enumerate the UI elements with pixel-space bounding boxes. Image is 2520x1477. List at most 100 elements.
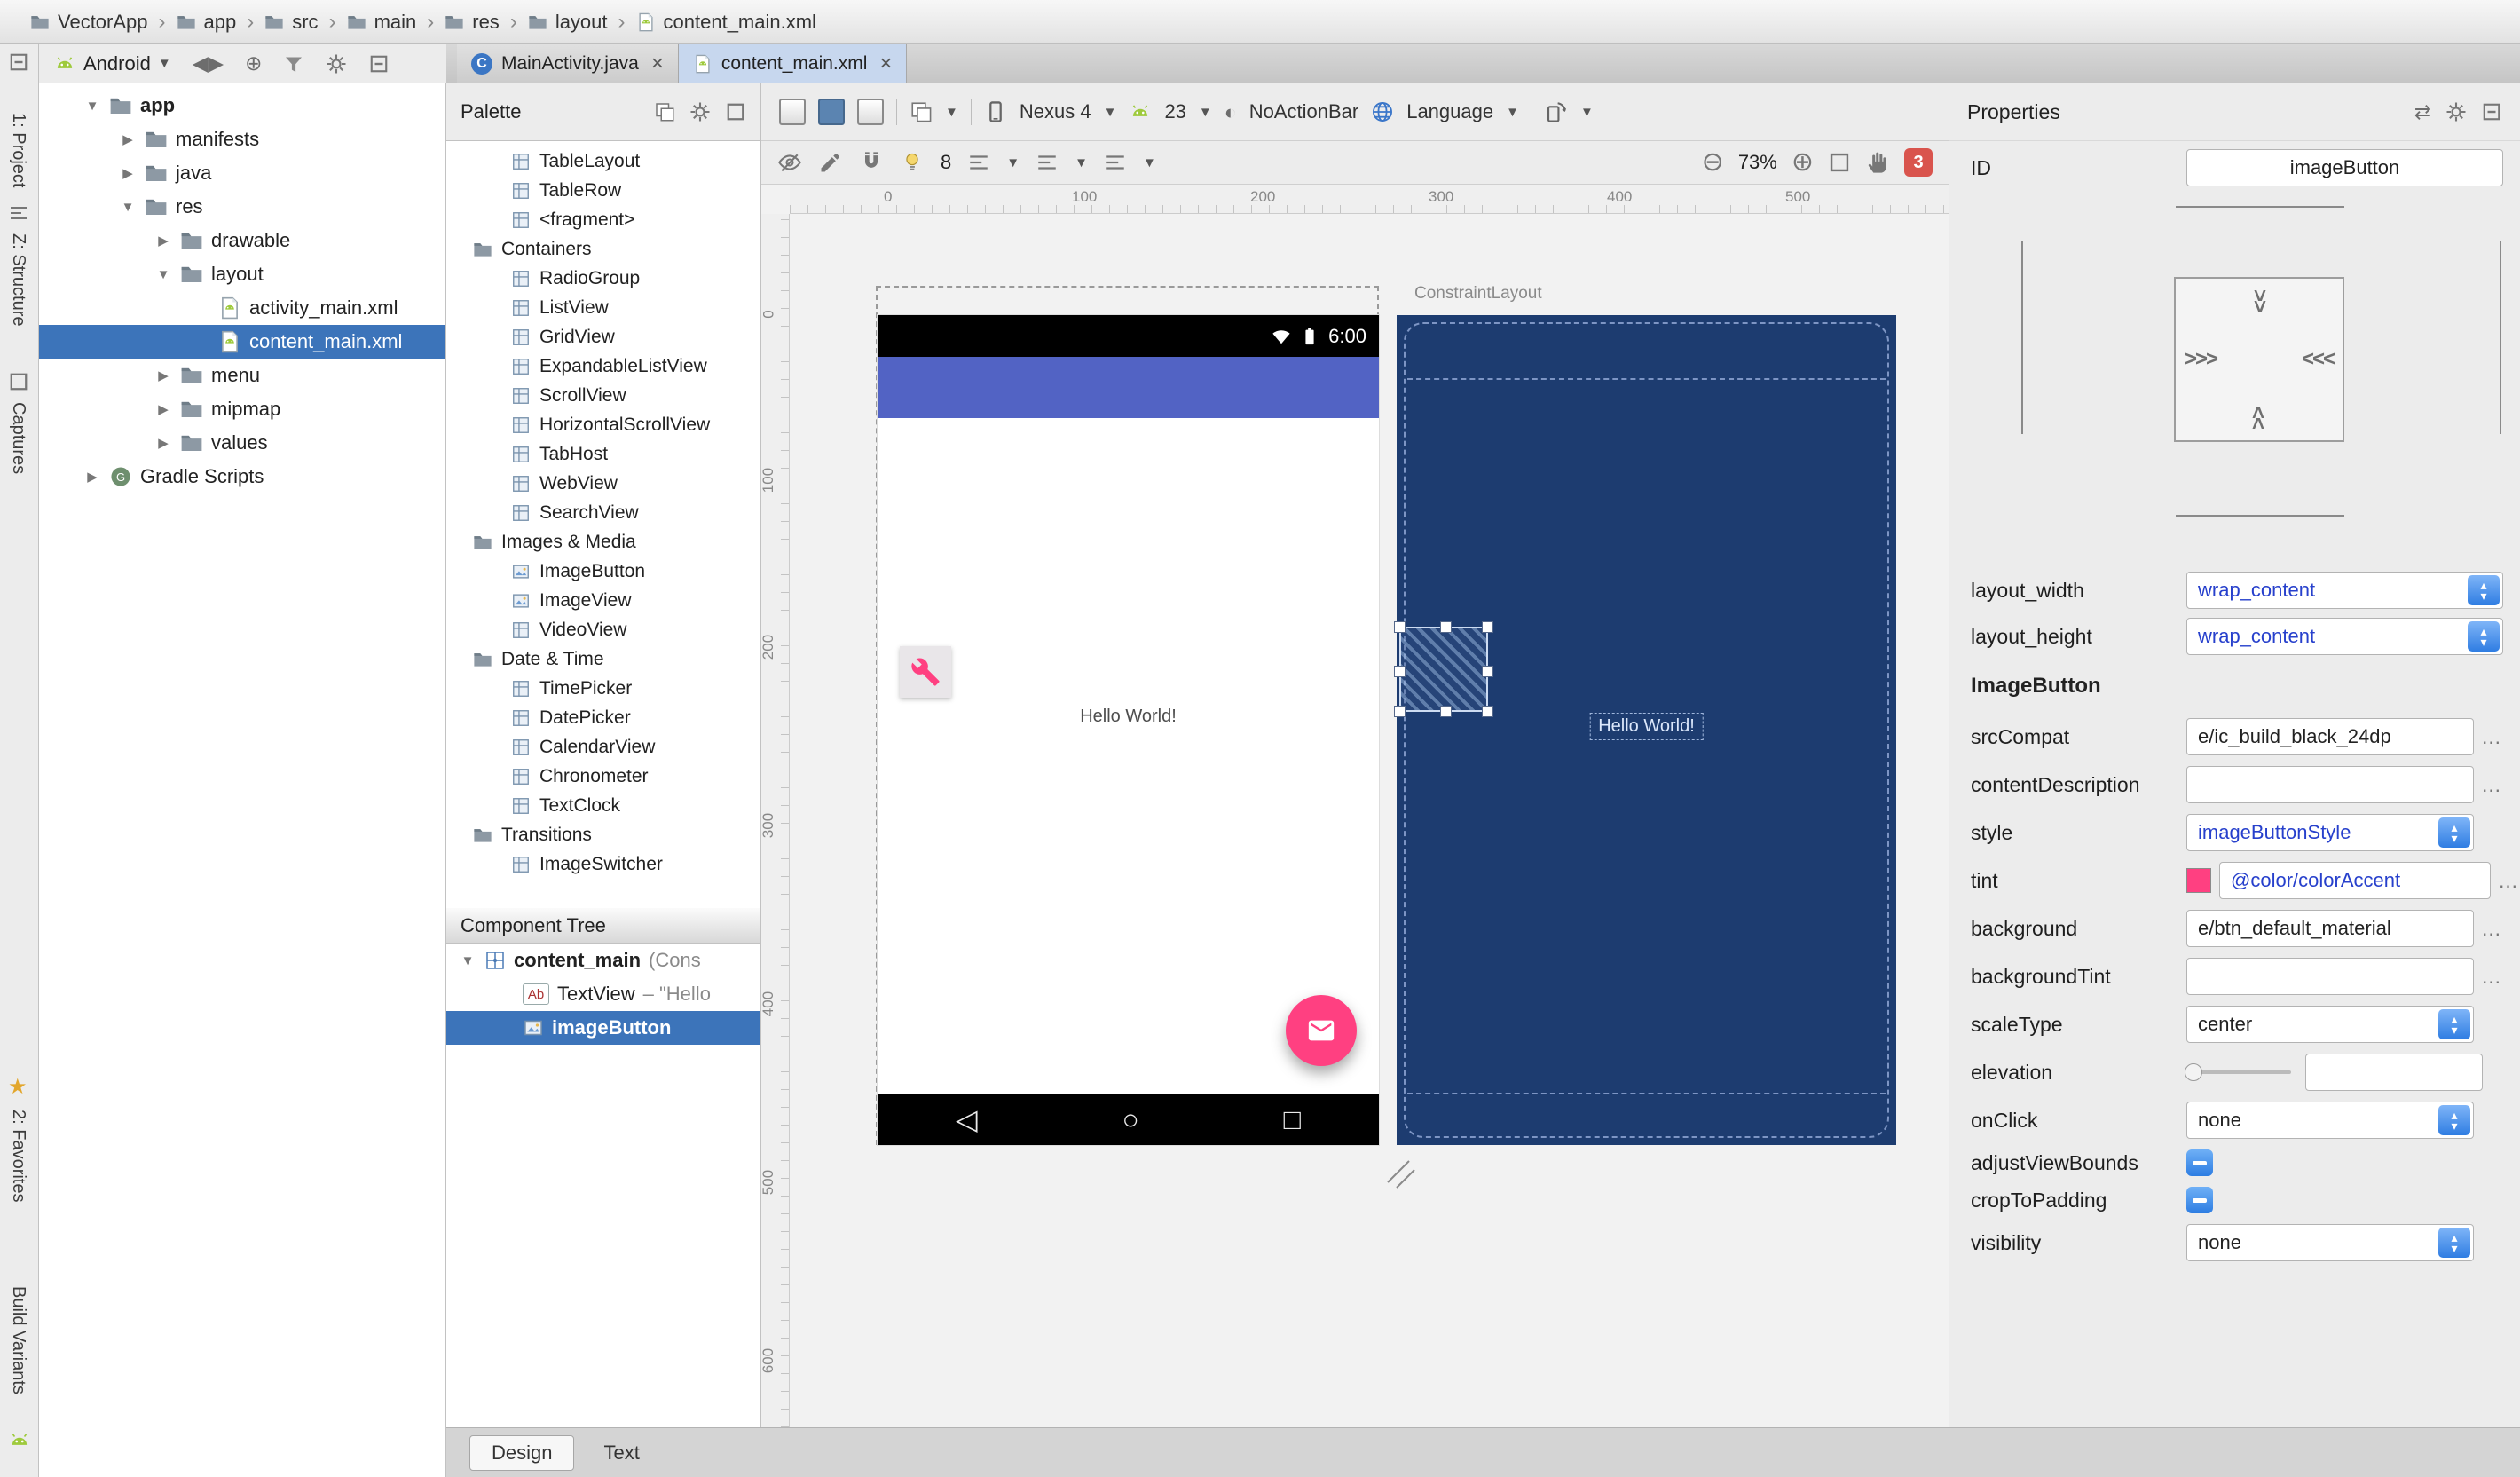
zoom-to-fit-icon[interactable]	[1828, 151, 1851, 174]
palette-item[interactable]: Chronometer	[446, 762, 760, 791]
tab-text[interactable]: Text	[581, 1435, 661, 1471]
component-tree-item-imagebutton[interactable]: imageButton	[446, 1011, 760, 1045]
autoconnect-icon[interactable]	[818, 150, 843, 175]
browse-icon[interactable]: …	[2481, 725, 2503, 749]
close-icon[interactable]: ×	[651, 51, 664, 76]
magnet-icon[interactable]	[859, 150, 884, 175]
palette-item[interactable]: ListView	[446, 293, 760, 322]
palette-item[interactable]: WebView	[446, 469, 760, 498]
fab-button[interactable]	[1286, 995, 1357, 1066]
chevron-right-icon[interactable]: ▶	[154, 367, 172, 383]
breadcrumb-item[interactable]: res	[441, 11, 503, 34]
locale-selector[interactable]: Language	[1406, 100, 1493, 123]
resize-handle[interactable]	[1394, 621, 1406, 633]
palette-item[interactable]: ImageView	[446, 586, 760, 615]
navigate-back-forward-icon[interactable]: ◀▶	[193, 53, 224, 74]
resize-grip-icon[interactable]	[1382, 1156, 1421, 1195]
nav-back-icon[interactable]: ◁	[956, 1102, 978, 1136]
scroll-to-source-icon[interactable]: ⊕	[245, 53, 262, 74]
split-view-icon[interactable]	[725, 101, 746, 122]
palette-item[interactable]: ExpandableListView	[446, 351, 760, 381]
elevation-slider[interactable]	[2185, 1063, 2291, 1081]
tree-item-res[interactable]: ▼ res	[39, 190, 445, 224]
contentdescription-field[interactable]	[2186, 766, 2474, 803]
chevron-right-icon[interactable]: ▶	[154, 435, 172, 451]
close-icon[interactable]: ×	[879, 51, 892, 76]
visibility-select[interactable]: none ▴ ▾	[2186, 1224, 2474, 1261]
tree-item-app[interactable]: ▼ app	[39, 89, 445, 122]
both-views-toggle-icon[interactable]	[818, 99, 845, 125]
palette-item[interactable]: SearchView	[446, 498, 760, 527]
tree-item-java[interactable]: ▶ java	[39, 156, 445, 190]
infer-constraints-icon[interactable]	[900, 150, 925, 175]
gear-icon[interactable]	[2445, 101, 2467, 122]
structure-icon[interactable]	[8, 202, 29, 224]
croptopadding-checkbox[interactable]	[2186, 1187, 2213, 1213]
chevron-right-icon[interactable]: ▶	[154, 401, 172, 417]
component-tree-item-textview[interactable]: Ab TextView – "Hello	[446, 977, 760, 1011]
captures-icon[interactable]	[8, 371, 29, 392]
align-icon[interactable]	[1036, 151, 1059, 174]
palette-item[interactable]: TableRow	[446, 176, 760, 205]
palette-item[interactable]: TextClock	[446, 791, 760, 820]
show-constraints-icon[interactable]	[777, 150, 802, 175]
dock-icon[interactable]	[2481, 101, 2502, 122]
design-preview[interactable]: 6:00 Hello World! ◁ ○ □	[878, 315, 1379, 1145]
breadcrumb-item[interactable]: app	[173, 11, 240, 34]
background-field[interactable]: e/btn_default_material	[2186, 910, 2474, 947]
chevron-right-icon[interactable]: ▶	[83, 469, 101, 485]
toolwindow-tab-favorites[interactable]: 2: Favorites	[8, 1110, 28, 1202]
tree-item-values[interactable]: ▶ values	[39, 426, 445, 460]
zoom-in-icon[interactable]: ⊕	[1792, 149, 1814, 176]
browse-icon[interactable]: …	[2498, 869, 2520, 893]
palette-item[interactable]: ImageSwitcher	[446, 849, 760, 879]
wrap-width-left-icon[interactable]: >>>	[2185, 349, 2218, 370]
palette-group-transitions[interactable]: Transitions	[446, 820, 760, 849]
resize-handle[interactable]	[1482, 621, 1493, 633]
palette-item[interactable]: <fragment>	[446, 205, 760, 234]
slider-knob[interactable]	[2185, 1063, 2202, 1081]
copy-icon[interactable]	[654, 101, 675, 122]
browse-icon[interactable]: …	[2481, 773, 2503, 797]
zoom-out-icon[interactable]: ⊖	[1702, 149, 1724, 176]
toolwindow-tab-captures[interactable]: Captures	[8, 402, 28, 474]
palette-item[interactable]: ImageButton	[446, 557, 760, 586]
tree-item-drawable[interactable]: ▶ drawable	[39, 224, 445, 257]
rotate-device-icon[interactable]	[1545, 100, 1568, 123]
breadcrumb-item[interactable]: src	[261, 11, 321, 34]
wrap-height-bottom-icon[interactable]: >>	[2247, 408, 2271, 430]
palette-item[interactable]: TimePicker	[446, 674, 760, 703]
anchor-handle[interactable]	[1394, 666, 1406, 677]
onclick-select[interactable]: none ▴ ▾	[2186, 1102, 2474, 1139]
wrap-width-right-icon[interactable]: <<<	[2302, 349, 2335, 370]
collapse-all-icon[interactable]	[368, 53, 390, 75]
tree-item-mipmap[interactable]: ▶ mipmap	[39, 392, 445, 426]
palette-item[interactable]: TableLayout	[446, 146, 760, 176]
browse-icon[interactable]: …	[2481, 917, 2503, 941]
project-view-selector[interactable]: Android ▼	[53, 52, 171, 75]
chevron-down-icon[interactable]: ▼	[119, 200, 137, 215]
gear-icon[interactable]	[326, 53, 347, 75]
pan-hand-icon[interactable]	[1865, 150, 1890, 175]
chevron-down-icon[interactable]: ▼	[83, 99, 101, 114]
error-count-badge[interactable]: 3	[1904, 148, 1933, 177]
breadcrumb-item[interactable]: content_main.xml	[633, 11, 820, 34]
tint-field[interactable]: @color/colorAccent	[2219, 862, 2491, 899]
srccompat-field[interactable]: e/ic_build_black_24dp	[2186, 718, 2474, 755]
tree-item-manifests[interactable]: ▶ manifests	[39, 122, 445, 156]
tree-item-layout[interactable]: ▼ layout	[39, 257, 445, 291]
tree-item-activity-main-xml[interactable]: activity_main.xml	[39, 291, 445, 325]
resize-handle[interactable]	[1394, 706, 1406, 717]
chevron-down-icon[interactable]: ▼	[154, 267, 172, 282]
resize-handle[interactable]	[1482, 706, 1493, 717]
browse-icon[interactable]: …	[2481, 965, 2503, 989]
project-toolwindow-icon[interactable]	[8, 51, 29, 73]
chevron-down-icon[interactable]: ▼	[459, 953, 476, 968]
swap-panel-icon[interactable]: ⇄	[2414, 101, 2431, 122]
breadcrumb-item[interactable]: VectorApp	[27, 11, 152, 34]
scaletype-select[interactable]: center ▴ ▾	[2186, 1006, 2474, 1043]
chevron-right-icon[interactable]: ▶	[119, 165, 137, 181]
palette-item[interactable]: GridView	[446, 322, 760, 351]
device-selector[interactable]: Nexus 4	[1020, 100, 1091, 123]
chevron-right-icon[interactable]: ▶	[154, 233, 172, 249]
